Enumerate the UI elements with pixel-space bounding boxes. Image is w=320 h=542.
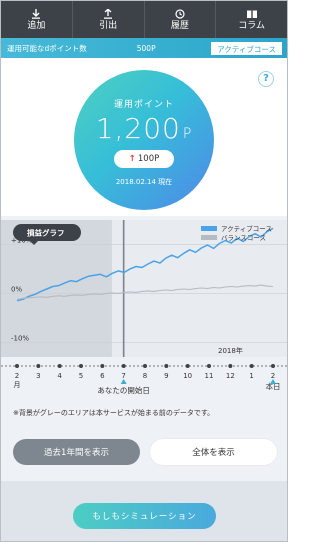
points-change-badge: ↑ 100P — [114, 150, 174, 168]
x-tick-dot — [185, 364, 190, 368]
points-value: 1,200 — [95, 112, 181, 145]
x-tick-label: 11 — [205, 372, 214, 380]
x-tick-dot — [15, 364, 19, 368]
x-tick-label: 6 — [100, 372, 105, 380]
x-tick-dot — [36, 364, 41, 368]
app: 追加 引出 履歴 コラム 運用可能なdポイント数 500P アクティブコース ?… — [1, 1, 287, 541]
x-tick-label: 9 — [164, 372, 168, 380]
points-change: 100P — [137, 154, 160, 164]
x-tick-label: 10 — [183, 372, 192, 380]
footer: もしもシミュレーション — [1, 481, 287, 541]
history-icon — [175, 8, 185, 19]
x-tick-dot — [100, 364, 105, 368]
x-tick-label: 12 — [226, 372, 235, 380]
x-tick-dot — [271, 364, 275, 368]
upload-icon — [104, 8, 113, 19]
x-tick-label: 5 — [79, 372, 83, 380]
x-tick-dot — [57, 364, 62, 368]
points-date: 2018.02.14 現在 — [115, 178, 173, 186]
legend-swatch — [201, 226, 217, 231]
start-marker-label: あなたの開始日 — [97, 385, 150, 395]
tab-add-label: 追加 — [27, 20, 46, 31]
points-value-wrap: 1,200 P — [74, 112, 214, 145]
up-arrow-icon: ↑ — [128, 154, 136, 164]
legend-label: アクティブコース — [221, 224, 272, 233]
legend-label: バランスコース — [221, 234, 266, 242]
tab-withdraw-label: 引出 — [99, 20, 118, 31]
x-tick-dot — [228, 364, 233, 368]
x-tick-dot — [79, 364, 83, 368]
x-tick-dot — [121, 364, 126, 368]
tab-withdraw[interactable]: 引出 — [73, 1, 145, 38]
points-circle: 運用ポイント 1,200 P ↑ 100P 2018.02.14 現在 — [74, 70, 214, 210]
points-unit: P — [182, 126, 193, 142]
x-tick-label: 3 — [36, 372, 40, 380]
points-summary: ? 運用ポイント 1,200 P ↑ 100P 2018.02.14 現在 — [1, 58, 287, 216]
y-tick-label: 0% — [11, 285, 22, 293]
tab-history[interactable]: 履歴 — [145, 1, 217, 38]
help-icon[interactable]: ? — [258, 71, 274, 87]
chart-title: 損益グラフ — [27, 228, 65, 238]
available-points-value: 500P — [136, 43, 156, 53]
tab-column[interactable]: コラム — [216, 1, 287, 38]
profit-chart-svg: +10%0%-10%アクティブコースバランスコース損益グラフ2018年23456… — [1, 220, 287, 395]
x-tick-label: 2 — [271, 372, 275, 380]
available-points-label: 運用可能なdポイント数 — [7, 43, 87, 53]
y-tick-label: -10% — [11, 334, 29, 342]
past-year-button[interactable]: 過去1年間を表示 — [13, 439, 140, 465]
tab-column-label: コラム — [238, 20, 265, 31]
book-icon — [246, 10, 257, 18]
x-tick-label: 1 — [249, 372, 253, 380]
course-badge[interactable]: アクティブコース — [211, 41, 282, 55]
simulation-button[interactable]: もしもシミュレーション — [73, 503, 216, 529]
x-tick-dot — [143, 364, 147, 368]
available-points-strip: 運用可能なdポイント数 500P アクティブコース — [1, 38, 287, 58]
chart-note: ※背景がグレーのエリアは本サービスが始まる前のデータです。 — [13, 409, 215, 417]
top-tab-bar: 追加 引出 履歴 コラム — [1, 1, 287, 38]
points-title: 運用ポイント — [113, 100, 174, 110]
show-all-button[interactable]: 全体を表示 — [150, 439, 277, 465]
x-tick-dot — [249, 364, 254, 368]
x-tick-label: 4 — [57, 372, 62, 380]
x-tick-dot — [207, 364, 211, 368]
legend-swatch — [201, 235, 217, 240]
download-icon — [32, 8, 41, 19]
x-tick-label: 2 — [15, 372, 19, 380]
tab-history-label: 履歴 — [170, 20, 189, 31]
range-buttons: 過去1年間を表示 全体を表示 — [13, 439, 277, 465]
x-tick-label: 8 — [143, 372, 147, 380]
x-tick-dot — [164, 364, 169, 368]
x-first-sub-label: 月 — [14, 381, 21, 389]
year-label: 2018年 — [218, 346, 243, 355]
x-tick-label: 7 — [121, 372, 125, 380]
tab-add[interactable]: 追加 — [1, 1, 73, 38]
profit-chart: +10%0%-10%アクティブコースバランスコース損益グラフ2018年23456… — [1, 216, 287, 431]
